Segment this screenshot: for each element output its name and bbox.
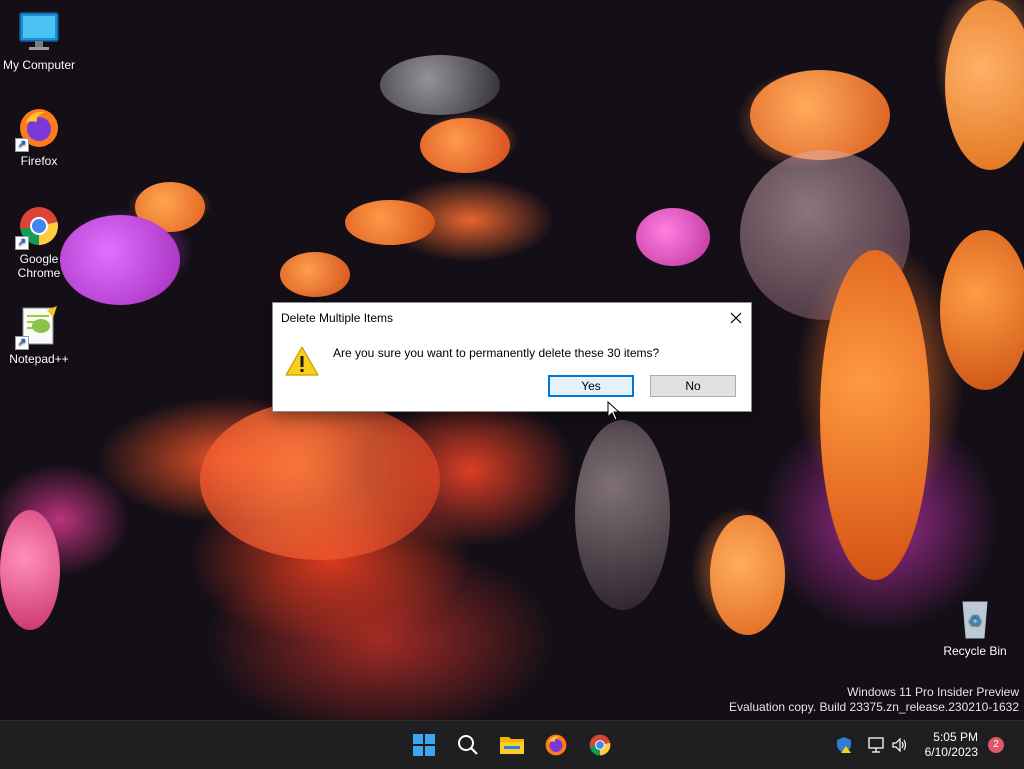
wallpaper-blob (575, 420, 670, 610)
chrome-taskbar-button[interactable] (584, 729, 616, 761)
desktop-icon-firefox[interactable]: ↗ Firefox (1, 106, 77, 168)
wallpaper-blob (345, 200, 435, 245)
desktop-icon-label: Notepad++ (9, 352, 69, 366)
desktop-icon-label: My Computer (2, 58, 76, 72)
desktop-icon-my-computer[interactable]: My Computer (1, 10, 77, 72)
start-button[interactable] (408, 729, 440, 761)
volume-icon (892, 737, 907, 753)
wallpaper-blob (945, 0, 1024, 170)
firefox-taskbar-button[interactable] (540, 729, 572, 761)
mouse-cursor-icon (607, 401, 621, 421)
delete-confirm-dialog: Delete Multiple Items Are you sure you w… (272, 302, 752, 412)
desktop-icon-recycle-bin[interactable]: ♻ Recycle Bin (937, 596, 1013, 658)
shortcut-arrow-icon: ↗ (15, 236, 29, 250)
no-button[interactable]: No (650, 375, 736, 397)
close-button[interactable] (721, 303, 751, 333)
wallpaper-blob (820, 250, 930, 580)
monitor-icon (17, 10, 61, 54)
dialog-titlebar[interactable]: Delete Multiple Items (273, 303, 751, 333)
warning-icon (285, 346, 319, 376)
shortcut-arrow-icon: ↗ (15, 336, 29, 350)
file-explorer-icon (500, 737, 524, 754)
wallpaper-blob (636, 208, 710, 266)
volume-tray-button[interactable] (886, 729, 914, 761)
search-button[interactable] (452, 729, 484, 761)
wallpaper-blob (940, 230, 1024, 390)
start-icon (413, 734, 435, 756)
desktop-icon-google-chrome[interactable]: ↗ Google Chrome (1, 204, 77, 280)
close-icon (730, 312, 742, 324)
taskbar: 5:05 PM 6/10/2023 2 (0, 720, 1024, 769)
notepad-plus-plus-icon: ↗ (15, 304, 61, 350)
network-icon (868, 737, 884, 753)
dialog-title: Delete Multiple Items (281, 311, 394, 325)
yes-button[interactable]: Yes (548, 375, 634, 397)
wallpaper-blob (750, 70, 890, 160)
desktop-icon-label: Google Chrome (17, 252, 61, 280)
firefox-icon (545, 734, 567, 756)
desktop-icon-notepad-plus-plus[interactable]: ↗ Notepad++ (1, 304, 77, 366)
wallpaper-blob (0, 510, 60, 630)
wallpaper-blob (200, 400, 440, 560)
notification-badge[interactable]: 2 (988, 737, 1004, 753)
svg-text:♻: ♻ (968, 611, 982, 630)
wallpaper-blob (60, 215, 180, 305)
clock[interactable]: 5:05 PM 6/10/2023 (925, 730, 978, 760)
chrome-icon: ↗ (15, 204, 61, 250)
search-icon (458, 735, 478, 755)
clock-date: 6/10/2023 (924, 745, 978, 759)
file-explorer-button[interactable] (496, 729, 528, 761)
chrome-icon (589, 734, 611, 756)
security-tray-button[interactable] (830, 729, 858, 761)
wallpaper-blob (380, 55, 500, 115)
wallpaper-blob (280, 252, 350, 297)
os-watermark: Windows 11 Pro Insider Preview Evaluatio… (729, 685, 1019, 715)
clock-time: 5:05 PM (933, 730, 978, 744)
wallpaper-blob (710, 515, 785, 635)
dialog-body: Are you sure you want to permanently del… (273, 333, 751, 411)
wallpaper-blob (420, 118, 510, 173)
dialog-message: Are you sure you want to permanently del… (333, 346, 660, 360)
firefox-icon: ↗ (15, 106, 61, 152)
security-icon (837, 737, 851, 753)
recycle-bin-icon: ♻ (953, 596, 997, 640)
desktop-icon-label: Recycle Bin (943, 644, 1007, 658)
watermark-line-2: Evaluation copy. Build 23375.zn_release.… (729, 700, 1019, 714)
shortcut-arrow-icon: ↗ (15, 138, 29, 152)
watermark-line-1: Windows 11 Pro Insider Preview (847, 685, 1019, 699)
desktop-icon-label: Firefox (20, 154, 58, 168)
